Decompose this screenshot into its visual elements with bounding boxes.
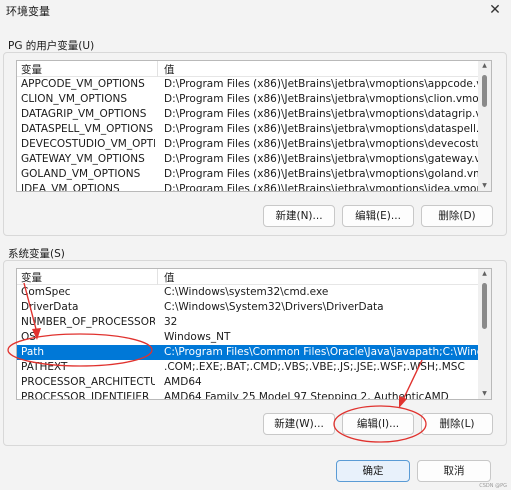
list-item[interactable]: PROCESSOR_IDENTIFIER AMD64 Family 25 Mode… [17,390,479,400]
variable-name: DEVECOSTUDIO_VM_OPTIONS [21,138,155,150]
list-item[interactable]: NUMBER_OF_PROCESSORS 32 [17,315,479,330]
user-vars-label: PG 的用户变量(U) [8,40,95,52]
user-vars-scrollbar[interactable]: ▲ ▼ [478,61,491,191]
variable-name: CLION_VM_OPTIONS [21,93,128,105]
scroll-up-icon[interactable]: ▲ [478,61,491,71]
list-item[interactable]: DATASPELL_VM_OPTIONS D:\Program Files (x8… [17,122,479,137]
variable-value: AMD64 Family 25 Model 97 Stepping 2, Aut… [164,391,449,400]
variable-value: D:\Program Files (x86)\JetBrains\jetbra\… [164,78,478,90]
scroll-up-icon[interactable]: ▲ [478,269,491,279]
variable-value: C:\Windows\system32\cmd.exe [164,286,329,298]
list-item[interactable]: APPCODE_VM_OPTIONS D:\Program Files (x86)… [17,77,479,92]
column-divider[interactable] [157,61,158,77]
variable-value: D:\Program Files (x86)\JetBrains\jetbra\… [164,93,478,105]
variable-value: D:\Program Files (x86)\JetBrains\jetbra\… [164,183,478,192]
system-vars-list[interactable]: 变量 值 ComSpec C:\Windows\system32\cmd.exe D… [16,268,492,400]
variable-name: APPCODE_VM_OPTIONS [21,78,145,90]
list-item[interactable]: GOLAND_VM_OPTIONS D:\Program Files (x86)\… [17,167,479,182]
list-item[interactable]: DATAGRIP_VM_OPTIONS D:\Program Files (x86… [17,107,479,122]
variable-value: Windows_NT [164,331,231,343]
variable-value: D:\Program Files (x86)\JetBrains\jetbra\… [164,108,478,120]
user-delete-button[interactable]: 删除(D) [421,205,493,227]
system-vars-label: 系统变量(S) [8,248,65,260]
system-vars-header: 变量 值 [17,269,479,285]
scroll-down-icon[interactable]: ▼ [478,181,491,191]
system-vars-rows: ComSpec C:\Windows\system32\cmd.exe Driver… [17,285,479,400]
list-item[interactable]: DriverData C:\Windows\System32\Drivers\Dr… [17,300,479,315]
variable-value: C:\Program Files\Common Files\Oracle\Jav… [164,346,478,358]
system-delete-button[interactable]: 删除(L) [421,413,493,435]
variable-name: PATHEXT [21,361,68,373]
variable-name: NUMBER_OF_PROCESSORS [21,316,155,328]
user-vars-rows: APPCODE_VM_OPTIONS D:\Program Files (x86)… [17,77,479,192]
list-item[interactable]: GATEWAY_VM_OPTIONS D:\Program Files (x86)… [17,152,479,167]
cancel-button[interactable]: 取消 [417,460,491,482]
scroll-thumb[interactable] [482,75,487,107]
variable-value: 32 [164,316,178,328]
system-new-button[interactable]: 新建(W)... [263,413,335,435]
variable-name: DATASPELL_VM_OPTIONS [21,123,154,135]
system-vars-scrollbar[interactable]: ▲ ▼ [478,269,491,399]
user-vars-header: 变量 值 [17,61,479,77]
column-header-value[interactable]: 值 [164,270,175,285]
user-vars-list[interactable]: 变量 值 APPCODE_VM_OPTIONS D:\Program Files … [16,60,492,192]
variable-value: D:\Program Files (x86)\JetBrains\jetbra\… [164,138,478,150]
column-header-name[interactable]: 变量 [21,270,42,285]
list-item[interactable]: Path C:\Program Files\Common Files\Oracle… [17,345,479,360]
user-edit-button[interactable]: 编辑(E)... [342,205,414,227]
variable-name: ComSpec [21,286,71,298]
variable-name: DATAGRIP_VM_OPTIONS [21,108,147,120]
variable-value: D:\Program Files (x86)\JetBrains\jetbra\… [164,123,478,135]
watermark: CSDN @PG [479,483,507,489]
variable-name: GOLAND_VM_OPTIONS [21,168,141,180]
variable-name: Path [21,346,45,358]
variable-name: DriverData [21,301,79,313]
variable-value: D:\Program Files (x86)\JetBrains\jetbra\… [164,153,478,165]
variable-value: .COM;.EXE;.BAT;.CMD;.VBS;.VBE;.JS;.JSE;.… [164,361,465,373]
variable-name: PROCESSOR_IDENTIFIER [21,391,150,400]
list-item[interactable]: PATHEXT .COM;.EXE;.BAT;.CMD;.VBS;.VBE;.JS… [17,360,479,375]
variable-name: PROCESSOR_ARCHITECTURE [21,376,155,388]
close-icon[interactable]: ✕ [481,0,509,20]
column-divider[interactable] [157,269,158,285]
variable-value: AMD64 [164,376,202,388]
window-title: 环境变量 [6,5,50,18]
list-item[interactable]: OS Windows_NT [17,330,479,345]
column-header-value[interactable]: 值 [164,62,175,77]
variable-name: OS [21,331,36,343]
column-header-name[interactable]: 变量 [21,62,42,77]
variable-value: D:\Program Files (x86)\JetBrains\jetbra\… [164,168,478,180]
list-item[interactable]: PROCESSOR_ARCHITECTURE AMD64 [17,375,479,390]
scroll-down-icon[interactable]: ▼ [478,389,491,399]
variable-name: GATEWAY_VM_OPTIONS [21,153,145,165]
list-item[interactable]: IDEA_VM_OPTIONS D:\Program Files (x86)\Je… [17,182,479,192]
user-new-button[interactable]: 新建(N)... [263,205,335,227]
system-edit-button[interactable]: 编辑(I)... [342,413,414,435]
list-item[interactable]: DEVECOSTUDIO_VM_OPTIONS D:\Program Files … [17,137,479,152]
ok-button[interactable]: 确定 [336,460,410,482]
list-item[interactable]: ComSpec C:\Windows\system32\cmd.exe [17,285,479,300]
title-bar: 环境变量 ✕ [0,0,511,22]
variable-value: C:\Windows\System32\Drivers\DriverData [164,301,384,313]
variable-name: IDEA_VM_OPTIONS [21,183,120,192]
list-item[interactable]: CLION_VM_OPTIONS D:\Program Files (x86)\J… [17,92,479,107]
scroll-thumb[interactable] [482,283,487,329]
